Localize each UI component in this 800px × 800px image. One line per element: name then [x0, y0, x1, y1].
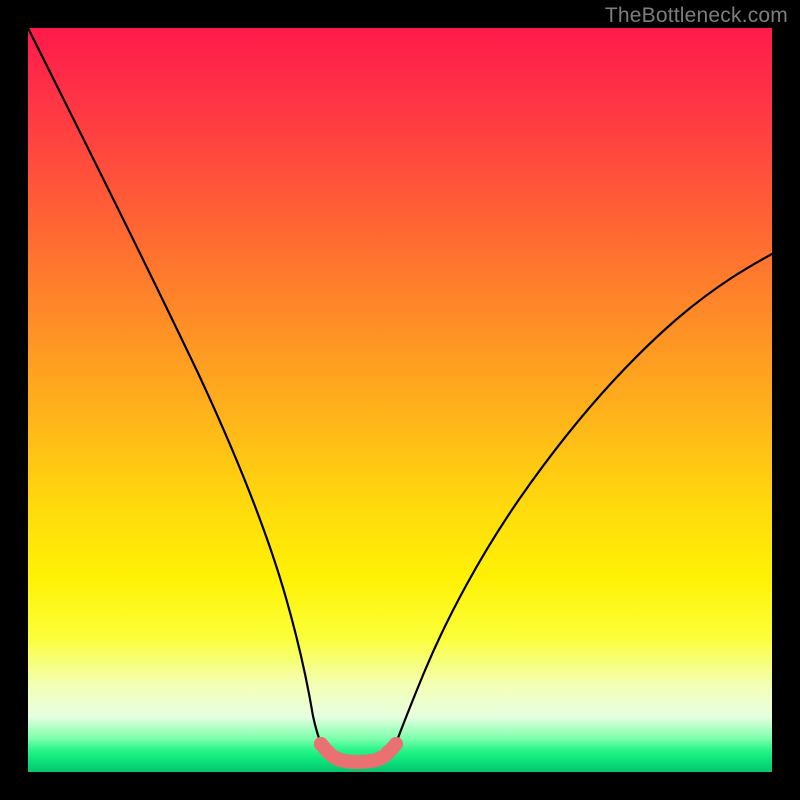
chart-frame: TheBottleneck.com — [0, 0, 800, 800]
dip-segment — [314, 737, 403, 769]
curve-layer — [28, 28, 772, 772]
watermark-text: TheBottleneck.com — [605, 4, 788, 28]
curve-right-branch — [395, 254, 772, 746]
plot-area — [28, 28, 772, 772]
curve-left-branch — [28, 28, 322, 746]
